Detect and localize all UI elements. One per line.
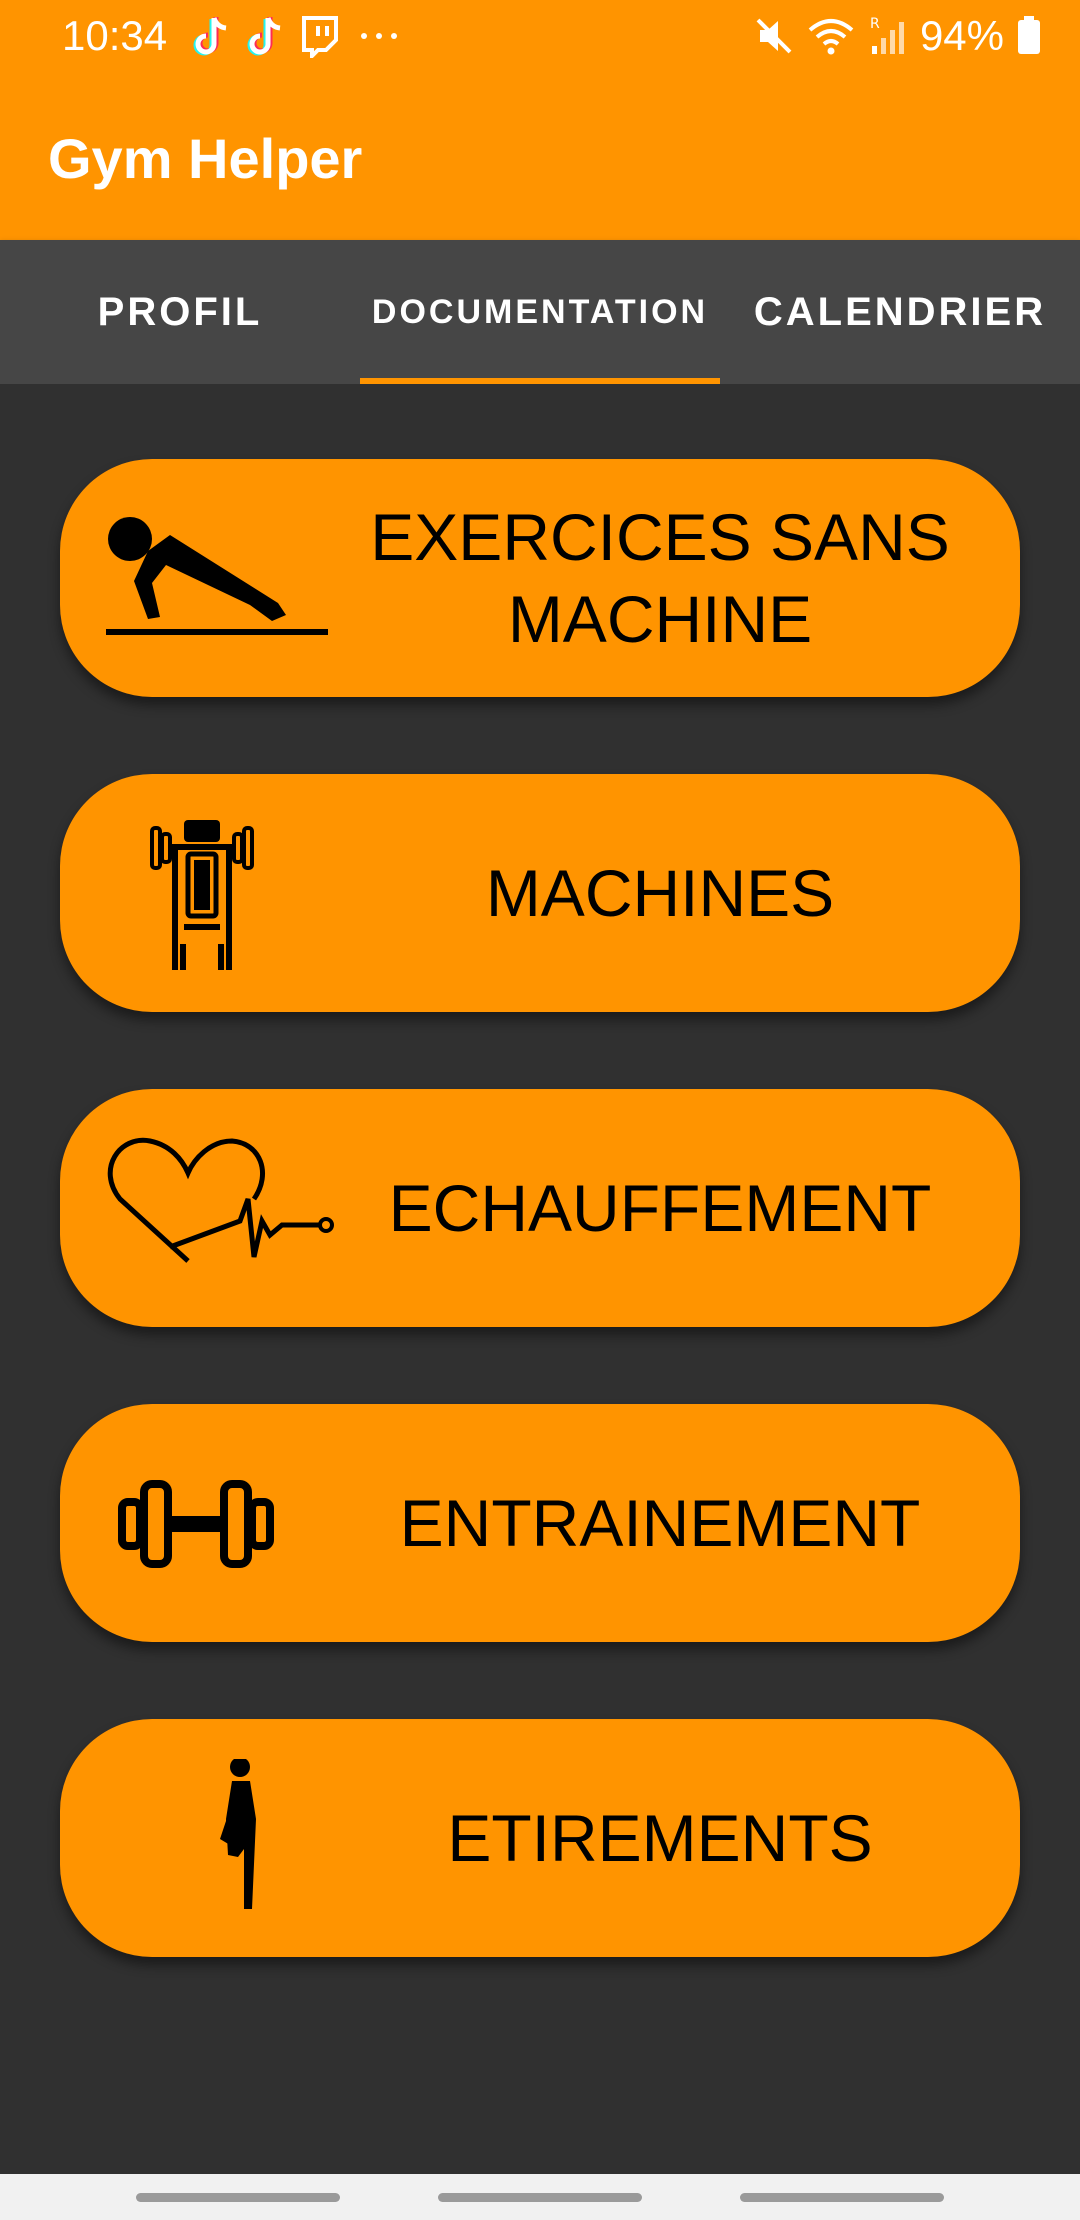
stretching-button[interactable]: ETIREMENTS bbox=[60, 1719, 1020, 1957]
tab-documentation[interactable]: DOCUMENTATION bbox=[360, 240, 720, 384]
tiktok-icon bbox=[193, 17, 227, 56]
warm-up-button[interactable]: ECHAUFFEMENT bbox=[60, 1089, 1020, 1327]
card-label: ECHAUFFEMENT bbox=[388, 1171, 932, 1245]
card-label: ETIREMENTS bbox=[447, 1801, 873, 1875]
status-time: 10:34 bbox=[62, 12, 168, 59]
battery-percent: 94% bbox=[919, 12, 1004, 59]
system-nav-bar bbox=[0, 2174, 1080, 2220]
machines-button[interactable]: MACHINES bbox=[60, 774, 1020, 1012]
stretching-icon bbox=[220, 1759, 256, 1909]
wifi-icon bbox=[808, 19, 854, 55]
weight-machine-icon bbox=[150, 820, 254, 970]
app-bar: Gym Helper bbox=[0, 74, 1080, 240]
pushup-icon bbox=[106, 517, 328, 635]
tab-bar: PROFIL DOCUMENTATION CALENDRIER bbox=[0, 240, 1080, 384]
system-icons: R 94% bbox=[754, 12, 1042, 60]
status-bar: 10:34 R 94% bbox=[0, 0, 1080, 74]
card-label: ENTRAINEMENT bbox=[399, 1486, 921, 1560]
heartbeat-icon bbox=[107, 1137, 334, 1263]
notification-icons bbox=[192, 14, 404, 58]
tiktok-icon bbox=[247, 17, 281, 56]
nav-home[interactable] bbox=[438, 2193, 642, 2202]
battery-icon bbox=[1018, 16, 1040, 54]
twitch-icon bbox=[302, 16, 338, 58]
card-label: MACHINES bbox=[485, 856, 835, 930]
nav-recent-apps[interactable] bbox=[136, 2193, 340, 2202]
dumbbell-icon bbox=[118, 1480, 274, 1568]
roaming-signal-icon: R bbox=[870, 16, 904, 54]
tab-calendrier[interactable]: CALENDRIER bbox=[720, 240, 1080, 384]
card-label: EXERCICES SANS MACHINE bbox=[370, 500, 950, 656]
training-button[interactable]: ENTRAINEMENT bbox=[60, 1404, 1020, 1642]
nav-back[interactable] bbox=[740, 2193, 944, 2202]
tab-profil[interactable]: PROFIL bbox=[0, 240, 360, 384]
app-title: Gym Helper bbox=[48, 127, 363, 190]
exercises-without-machine-button[interactable]: EXERCICES SANS MACHINE bbox=[60, 459, 1020, 697]
svg-text:R: R bbox=[870, 16, 880, 32]
mute-icon bbox=[756, 18, 792, 54]
more-icon bbox=[361, 33, 397, 39]
documentation-content: EXERCICES SANS MACHINE MACHINES ECHAUFFE… bbox=[0, 384, 1080, 2174]
